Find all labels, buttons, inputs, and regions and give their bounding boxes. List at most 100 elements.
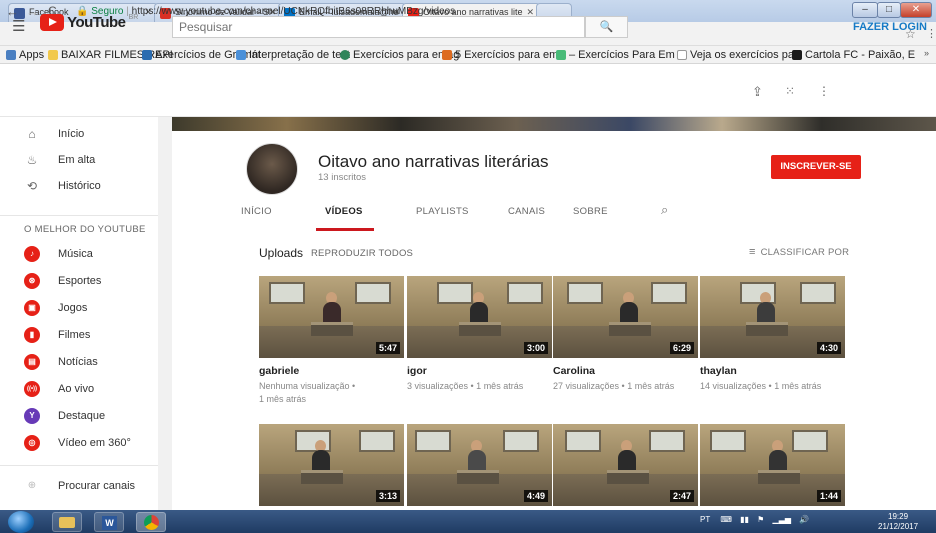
video-meta: Nenhuma visualização • 1 mês atrás [259,381,356,404]
sidebar-item-360-video[interactable]: ◎ Vídeo em 360° [0,430,158,456]
tab-about[interactable]: SOBRE [573,206,608,217]
video-thumbnail[interactable]: 3:13 [259,424,404,506]
video-meta: 27 visualizações • 1 mês atrás [553,381,675,391]
channel-banner [172,117,936,131]
sidebar-item-history[interactable]: ⟲ Histórico [0,173,158,199]
news-icon: ▤ [24,354,40,370]
video-thumbnail[interactable]: 3:00 [407,276,552,358]
sidebar-item-news[interactable]: ▤ Notícias [0,349,158,375]
youtube-logo[interactable]: YouTube BR [40,14,138,34]
explorer-taskbar-button[interactable] [52,512,82,532]
network-icon[interactable]: ▮▮ [740,515,749,524]
sidebar-item-movies[interactable]: ▮ Filmes [0,322,158,348]
sidebar-item-sports[interactable]: ⊛ Esportes [0,268,158,294]
gaming-icon: ▣ [24,300,40,316]
word-icon: W [102,516,117,530]
site-icon [556,50,566,60]
flame-icon: ♨ [26,153,38,167]
sidebar-item-music[interactable]: ♪ Música [0,241,158,267]
live-icon: ((•)) [24,381,40,397]
site-icon [792,50,802,60]
history-icon: ⟲ [26,179,38,193]
upload-icon[interactable]: ⇪ [752,84,763,100]
uploads-heading: Uploads [259,246,304,260]
chrome-taskbar-button[interactable] [136,512,166,532]
apps-grid-icon[interactable]: ⁙ [785,84,795,98]
page-icon [677,50,687,60]
apps-icon [6,50,16,60]
sidebar-item-browse-channels[interactable]: ⊕ Procurar canais [0,473,158,499]
video-duration: 6:29 [669,342,694,354]
video-thumbnail[interactable]: 6:29 [553,276,698,358]
sort-icon: ≡ [749,246,756,258]
video-thumbnail[interactable]: 4:49 [407,424,552,506]
system-tray: PT ⌨ ▮▮ ⚑ ▁▃▅ 🔊 [700,515,810,524]
word-taskbar-button[interactable]: W [94,512,124,532]
search-input[interactable] [172,16,585,38]
tab-channels[interactable]: CANAIS [508,206,545,217]
site-icon [340,50,350,60]
site-icon [236,50,246,60]
subscriber-count: 13 inscritos [318,172,367,183]
video-duration: 3:00 [523,342,548,354]
tab-home[interactable]: INÍCIO [241,206,272,217]
video-duration: 3:13 [375,490,400,502]
sidebar-item-home[interactable]: ⌂ Início [0,121,158,147]
signal-icon[interactable]: ▁▃▅ [773,515,791,524]
bookmark-item[interactable]: – Exercícios Para Em [556,49,675,61]
subscribe-button[interactable]: INSCREVER-SE [771,155,861,179]
add-circle-icon: ⊕ [27,480,37,491]
tab-videos[interactable]: VÍDEOS [325,206,363,217]
bookmark-item[interactable]: Veja os exercícios pa [677,49,794,61]
folder-icon [59,517,75,528]
video-title[interactable]: thaylan [700,365,737,377]
channel-avatar[interactable] [246,143,298,195]
video-thumbnail[interactable]: 4:30 [700,276,845,358]
sidebar-item-gaming[interactable]: ▣ Jogos [0,295,158,321]
home-icon: ⌂ [28,127,36,141]
video-thumbnail[interactable]: 5:47 [259,276,404,358]
taskbar-clock[interactable]: 19:29 21/12/2017 [878,512,918,532]
video-duration: 2:47 [669,490,694,502]
youtube-play-icon [40,14,64,31]
channel-name[interactable]: Oitavo ano narrativas literárias [318,152,549,172]
sidebar-item-trending[interactable]: ♨ Em alta [0,147,158,173]
login-button[interactable]: FAZER LOGIN [853,21,927,33]
video-meta: 3 visualizações • 1 mês atrás [407,381,524,391]
tab-playlists[interactable]: PLAYLISTS [416,206,469,217]
bookmark-item[interactable]: Cartola FC - Paixão, E [792,49,915,61]
video-thumbnail[interactable]: 1:44 [700,424,845,506]
site-icon [142,50,152,60]
more-options-icon[interactable]: ⋮ [818,84,830,98]
volume-icon[interactable]: 🔊 [799,515,809,524]
menu-icon[interactable]: ⋮ [926,27,936,40]
sidebar-divider [0,215,158,216]
sidebar-section-title: O MELHOR DO YOUTUBE [24,224,146,235]
youtube-header [0,65,936,117]
video-title[interactable]: Carolina [553,365,595,377]
movies-icon: ▮ [24,327,40,343]
search-button[interactable]: 🔍 [585,16,628,38]
flag-icon[interactable]: ⚑ [757,515,764,524]
bookmark-apps[interactable]: Apps [6,49,44,61]
search-icon: 🔍 [599,21,614,33]
hamburger-icon[interactable]: ☰ [12,17,25,35]
play-all-button[interactable]: REPRODUZIR TODOS [311,248,413,259]
sports-icon: ⊛ [24,273,40,289]
chrome-icon [144,515,159,530]
sidebar-item-live[interactable]: ((•)) Ao vivo [0,376,158,402]
bookmark-item[interactable]: Interpretação de text [236,49,350,61]
channel-search-icon[interactable]: ⌕ [661,202,668,218]
start-button[interactable] [8,511,34,533]
video-title[interactable]: igor [407,365,427,377]
video-thumbnail[interactable]: 2:47 [553,424,698,506]
more-bookmarks-icon[interactable]: » [924,48,929,58]
sidebar-item-spotlight[interactable]: Y Destaque [0,403,158,429]
video-title[interactable]: gabriele [259,365,299,377]
forward-icon[interactable]: → [26,4,39,19]
keyboard-icon[interactable]: ⌨ [720,515,732,524]
spotlight-icon: Y [24,408,40,424]
site-icon [442,50,452,60]
sort-by-button[interactable]: ≡ CLASSIFICAR POR [749,246,849,258]
bookmark-item[interactable]: 5 Exercícios para ema [442,49,564,61]
